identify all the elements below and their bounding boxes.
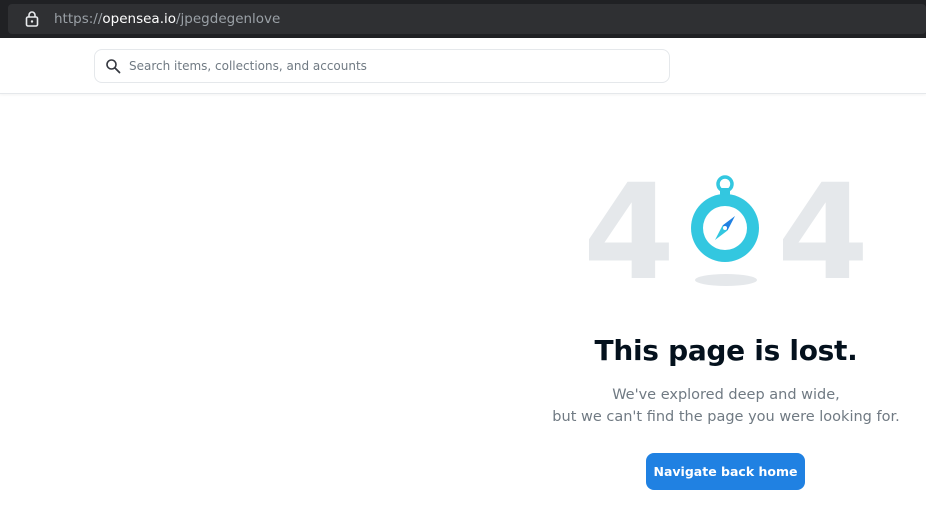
search-icon [106, 59, 121, 74]
browser-address-bar: https://opensea.io/jpegdegenlove [0, 0, 926, 38]
lock-icon[interactable] [24, 10, 40, 28]
digit-four-right: 4 [777, 170, 869, 290]
url-path: /jpegdegenlove [176, 11, 281, 27]
url-text[interactable]: https://opensea.io/jpegdegenlove [54, 10, 280, 28]
error-description: We've explored deep and wide, but we can… [530, 384, 922, 428]
404-illustration: 4 4 [585, 170, 869, 290]
description-line-1: We've explored deep and wide, [612, 387, 840, 403]
search-input[interactable] [129, 50, 659, 82]
page-title: This page is lost. [594, 334, 858, 367]
url-scheme: https:// [54, 11, 103, 27]
search-bar[interactable] [94, 49, 670, 83]
navigate-home-button[interactable]: Navigate back home [646, 453, 805, 490]
digit-four-left: 4 [585, 170, 675, 290]
compass-icon [691, 175, 759, 286]
site-header [0, 38, 926, 94]
url-host: opensea.io [102, 11, 176, 27]
description-line-2: but we can't find the page you were look… [552, 409, 900, 425]
